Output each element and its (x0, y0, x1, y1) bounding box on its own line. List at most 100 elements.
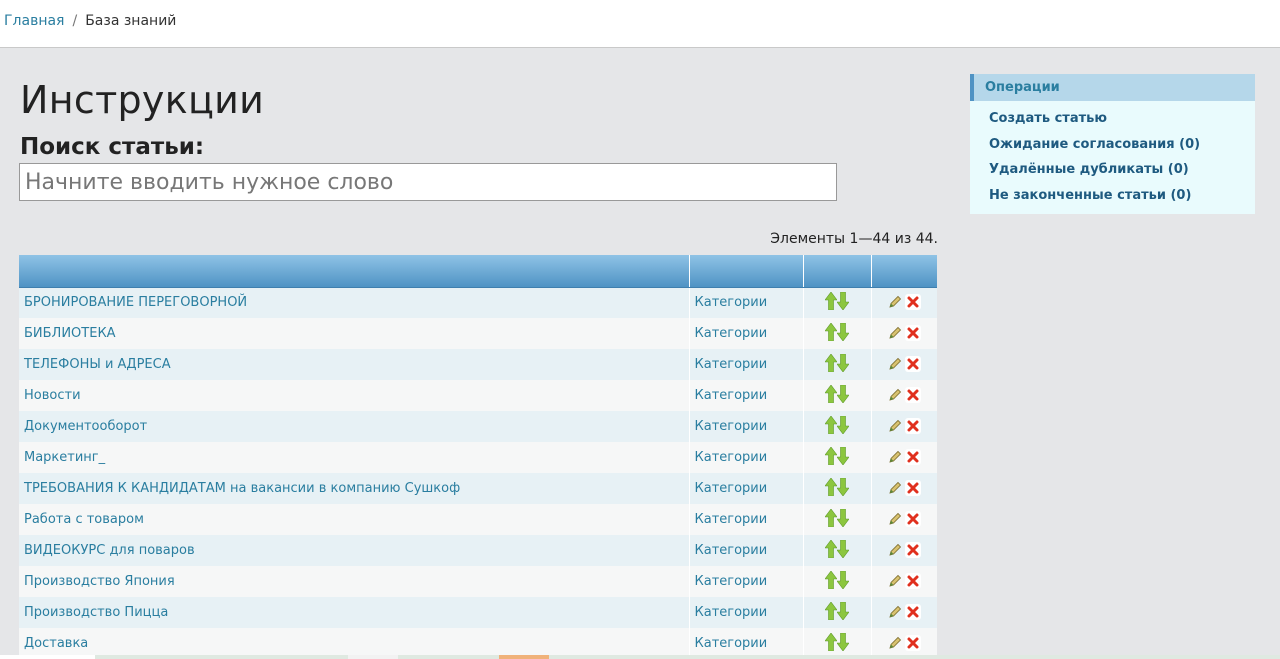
arrow-down-icon[interactable] (836, 291, 850, 314)
article-category-link[interactable]: Категории (695, 636, 768, 651)
delete-icon[interactable] (905, 325, 922, 341)
article-title-link[interactable]: Документооборот (24, 419, 147, 434)
delete-icon[interactable] (905, 604, 922, 620)
delete-icon[interactable] (905, 294, 922, 311)
article-category-link[interactable]: Категории (695, 512, 768, 527)
deleted-duplicates-link[interactable]: Удалённые дубликаты (0) (989, 162, 1189, 177)
arrow-down-icon[interactable] (836, 353, 850, 376)
actions-cell (871, 504, 937, 535)
article-title-link[interactable]: Работа с товаром (24, 512, 144, 527)
article-category-link[interactable]: Категории (695, 481, 768, 496)
arrow-up-icon[interactable] (824, 539, 838, 562)
column-header-category[interactable] (689, 255, 804, 288)
arrow-down-icon[interactable] (836, 601, 850, 624)
table-body: БРОНИРОВАНИЕ ПЕРЕГОВОРНОЙ Категории БИБЛИО… (19, 287, 937, 659)
arrow-up-icon[interactable] (824, 632, 838, 655)
arrow-up-icon[interactable] (824, 384, 838, 407)
article-category-link[interactable]: Категории (695, 357, 768, 372)
article-category-cell: Категории (689, 535, 804, 566)
arrow-down-icon[interactable] (836, 322, 850, 345)
move-cell (803, 411, 872, 442)
article-category-cell: Категории (689, 411, 804, 442)
pencil-icon[interactable] (887, 542, 903, 558)
operations-list: Создать статью Ожидание согласования (0)… (970, 101, 1255, 208)
article-category-cell: Категории (689, 287, 804, 318)
pencil-icon[interactable] (887, 294, 903, 310)
article-title-link[interactable]: ВИДЕОКУРС для поваров (24, 543, 195, 558)
pencil-icon[interactable] (887, 480, 903, 496)
delete-icon[interactable] (905, 449, 922, 465)
delete-icon[interactable] (905, 387, 922, 403)
arrow-up-icon[interactable] (824, 353, 838, 376)
delete-icon[interactable] (905, 573, 922, 589)
article-category-link[interactable]: Категории (695, 295, 768, 310)
operations-panel: Операции Создать статью Ожидание согласо… (970, 74, 1255, 214)
article-title-link[interactable]: БРОНИРОВАНИЕ ПЕРЕГОВОРНОЙ (24, 295, 247, 310)
delete-icon[interactable] (905, 418, 922, 434)
arrow-down-icon[interactable] (836, 508, 850, 531)
arrow-up-icon[interactable] (824, 477, 838, 500)
arrow-down-icon[interactable] (836, 384, 850, 407)
article-category-link[interactable]: Категории (695, 605, 768, 620)
pencil-icon[interactable] (887, 325, 903, 341)
delete-icon[interactable] (905, 480, 922, 496)
pencil-icon[interactable] (887, 635, 903, 651)
actions-cell (871, 411, 937, 442)
breadcrumb-home-link[interactable]: Главная (4, 13, 64, 29)
article-category-link[interactable]: Категории (695, 419, 768, 434)
arrow-up-icon[interactable] (824, 570, 838, 593)
arrow-down-icon[interactable] (836, 539, 850, 562)
article-category-cell: Категории (689, 597, 804, 628)
pending-approval-link[interactable]: Ожидание согласования (0) (989, 137, 1200, 152)
arrow-down-icon[interactable] (836, 570, 850, 593)
article-category-link[interactable]: Категории (695, 326, 768, 341)
article-title-link[interactable]: Доставка (24, 636, 88, 651)
breadcrumb-current: База знаний (85, 13, 177, 29)
arrow-up-icon[interactable] (824, 291, 838, 314)
search-input[interactable] (19, 163, 837, 201)
article-category-link[interactable]: Категории (695, 574, 768, 589)
arrow-up-icon[interactable] (824, 508, 838, 531)
pencil-icon[interactable] (887, 387, 903, 403)
arrow-up-icon[interactable] (824, 601, 838, 624)
move-cell (803, 380, 872, 411)
arrow-up-icon[interactable] (824, 415, 838, 438)
operations-item: Создать статью (989, 106, 1255, 132)
article-title-link[interactable]: ТРЕБОВАНИЯ К КАНДИДАТАМ на вакансии в ко… (24, 481, 460, 496)
table-row: БИБЛИОТЕКА Категории (19, 318, 937, 349)
pencil-icon[interactable] (887, 418, 903, 434)
pencil-icon[interactable] (887, 356, 903, 372)
pencil-icon[interactable] (887, 604, 903, 620)
actions-cell (871, 535, 937, 566)
arrow-down-icon[interactable] (836, 632, 850, 655)
table-row: ТРЕБОВАНИЯ К КАНДИДАТАМ на вакансии в ко… (19, 473, 937, 504)
arrow-up-icon[interactable] (824, 446, 838, 469)
article-category-cell: Категории (689, 380, 804, 411)
article-title-link[interactable]: БИБЛИОТЕКА (24, 326, 116, 341)
article-category-link[interactable]: Категории (695, 543, 768, 558)
actions-cell (871, 287, 937, 318)
article-title-link[interactable]: Производство Япония (24, 574, 175, 589)
column-header-title[interactable] (19, 255, 690, 288)
arrow-down-icon[interactable] (836, 477, 850, 500)
delete-icon[interactable] (905, 635, 922, 651)
article-title-link[interactable]: Новости (24, 388, 81, 403)
unfinished-articles-link[interactable]: Не законченные статьи (0) (989, 188, 1191, 203)
arrow-up-icon[interactable] (824, 322, 838, 345)
table-row: Новости Категории (19, 380, 937, 411)
article-category-link[interactable]: Категории (695, 450, 768, 465)
operations-item: Ожидание согласования (0) (989, 132, 1255, 158)
arrow-down-icon[interactable] (836, 446, 850, 469)
article-title-link[interactable]: ТЕЛЕФОНЫ и АДРЕСА (24, 357, 171, 372)
create-article-link[interactable]: Создать статью (989, 111, 1107, 126)
article-title-link[interactable]: Маркетинг_ (24, 450, 105, 465)
delete-icon[interactable] (905, 542, 922, 558)
arrow-down-icon[interactable] (836, 415, 850, 438)
pencil-icon[interactable] (887, 573, 903, 589)
pencil-icon[interactable] (887, 511, 903, 527)
article-category-link[interactable]: Категории (695, 388, 768, 403)
pencil-icon[interactable] (887, 449, 903, 465)
delete-icon[interactable] (905, 356, 922, 372)
delete-icon[interactable] (905, 511, 922, 527)
article-title-link[interactable]: Производство Пицца (24, 605, 168, 620)
